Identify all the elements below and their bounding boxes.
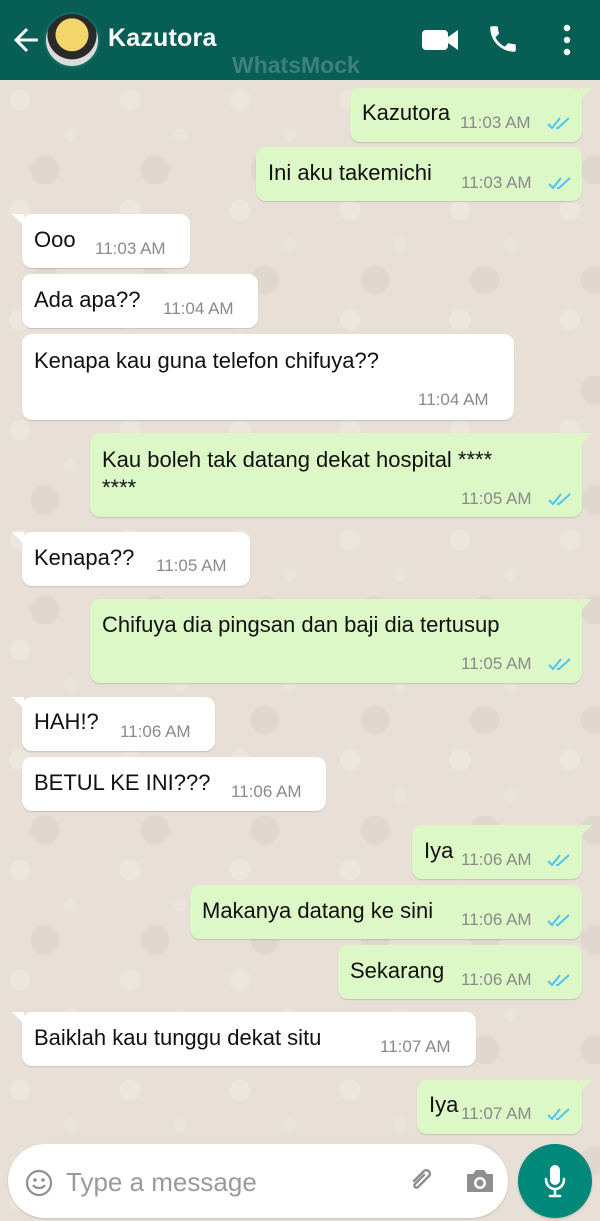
message-time: 11:06 AM bbox=[461, 970, 532, 989]
message-bubble-outgoing[interactable]: Sekarang 11:06 AM bbox=[338, 945, 582, 999]
message-text: Ini aku takemichi bbox=[268, 160, 432, 185]
message-time: 11:04 AM bbox=[163, 299, 234, 318]
chat-header: Kazutora WhatsMock bbox=[0, 0, 600, 80]
camera-icon[interactable] bbox=[463, 1166, 497, 1196]
message-bubble-incoming[interactable]: Ooo 11:03 AM bbox=[12, 214, 190, 268]
message-time: 11:06 AM bbox=[461, 910, 532, 929]
message-time: 11:07 AM bbox=[380, 1037, 451, 1056]
message-time: 11:04 AM bbox=[418, 390, 489, 409]
message-text: BETUL KE INI??? bbox=[34, 770, 211, 795]
read-ticks-icon bbox=[547, 854, 570, 867]
read-ticks-icon bbox=[548, 177, 571, 190]
read-ticks-icon bbox=[547, 914, 570, 927]
message-time: 11:03 AM bbox=[460, 113, 531, 132]
message-bubble-outgoing[interactable]: Ini aku takemichi 11:03 AM bbox=[256, 147, 582, 201]
message-text: Makanya datang ke sini bbox=[202, 898, 434, 923]
message-bubble-incoming[interactable]: BETUL KE INI??? 11:06 AM bbox=[22, 757, 326, 811]
mic-icon[interactable] bbox=[541, 1162, 569, 1200]
phone-icon[interactable] bbox=[486, 22, 520, 56]
video-call-icon[interactable] bbox=[420, 24, 460, 56]
message-time: 11:07 AM bbox=[461, 1104, 532, 1123]
message-bubble-outgoing[interactable]: Kau boleh tak datang dekat hospital ****… bbox=[90, 433, 592, 517]
message-text: Ooo bbox=[34, 227, 76, 252]
watermark: WhatsMock bbox=[232, 52, 360, 78]
message-bubble-outgoing[interactable]: Iya 11:07 AM bbox=[417, 1080, 592, 1134]
message-time: 11:06 AM bbox=[231, 782, 302, 801]
message-input-placeholder[interactable]: Type a message bbox=[66, 1167, 257, 1198]
message-bubble-outgoing[interactable]: Makanya datang ke sini 11:06 AM bbox=[190, 885, 582, 939]
message-text: HAH!? bbox=[34, 709, 99, 734]
message-text: Baiklah kau tunggu dekat situ bbox=[34, 1025, 322, 1050]
read-ticks-icon bbox=[547, 974, 570, 987]
message-bubble-incoming[interactable]: Baiklah kau tunggu dekat situ 11:07 AM bbox=[12, 1012, 476, 1066]
contact-name[interactable]: Kazutora bbox=[108, 24, 217, 53]
message-time: 11:06 AM bbox=[120, 722, 191, 741]
read-ticks-icon bbox=[548, 493, 571, 506]
read-ticks-icon bbox=[547, 117, 570, 130]
back-arrow-icon[interactable] bbox=[8, 20, 44, 60]
message-time: 11:03 AM bbox=[95, 239, 166, 258]
message-time: 11:05 AM bbox=[461, 489, 532, 508]
message-bubble-incoming[interactable]: Kenapa?? 11:05 AM bbox=[12, 532, 250, 586]
message-bubble-outgoing[interactable]: Kazutora 11:03 AM bbox=[350, 88, 592, 142]
message-time: 11:03 AM bbox=[461, 173, 532, 192]
message-bubble-incoming[interactable]: Kenapa kau guna telefon chifuya?? 11:04 … bbox=[22, 334, 514, 420]
message-bubble-outgoing[interactable]: Chifuya dia pingsan dan baji dia tertusu… bbox=[90, 599, 592, 683]
message-time: 11:05 AM bbox=[461, 654, 532, 673]
emoji-icon[interactable] bbox=[24, 1168, 54, 1198]
message-text: Ada apa?? bbox=[34, 287, 141, 312]
message-text: Kenapa kau guna telefon chifuya?? bbox=[34, 348, 379, 373]
message-time: 11:05 AM bbox=[156, 556, 227, 575]
message-bubble-incoming[interactable]: HAH!? 11:06 AM bbox=[12, 697, 215, 751]
message-text: Iya bbox=[424, 838, 454, 863]
message-bubble-outgoing[interactable]: Iya 11:06 AM bbox=[412, 825, 592, 879]
message-bubble-incoming[interactable]: Ada apa?? 11:04 AM bbox=[22, 274, 258, 328]
message-text: Kenapa?? bbox=[34, 545, 135, 570]
message-text: Kazutora bbox=[362, 100, 451, 125]
message-time: 11:06 AM bbox=[461, 850, 532, 869]
attach-icon[interactable] bbox=[406, 1164, 438, 1198]
more-vert-icon[interactable] bbox=[558, 22, 576, 58]
message-text: Iya bbox=[429, 1092, 459, 1117]
read-ticks-icon bbox=[547, 1108, 570, 1121]
avatar[interactable] bbox=[44, 12, 100, 68]
message-text: Chifuya dia pingsan dan baji dia tertusu… bbox=[102, 612, 500, 637]
message-text: Kau boleh tak datang dekat hospital ****… bbox=[102, 447, 493, 500]
read-ticks-icon bbox=[548, 658, 571, 671]
message-text: Sekarang bbox=[350, 958, 445, 983]
